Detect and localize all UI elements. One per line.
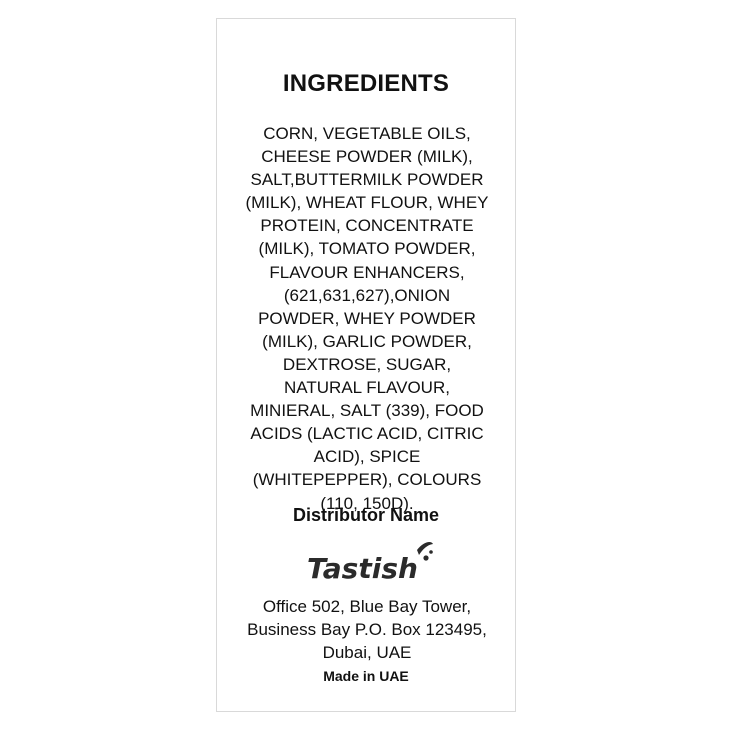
logo-drop-icon [423, 555, 429, 561]
distributor-address: Office 502, Blue Bay Tower, Business Bay… [247, 597, 487, 662]
ingredients-list: CORN, VEGETABLE OILS, CHEESE POWDER (MIL… [245, 124, 489, 513]
distributor-heading: Distributor Name [292, 505, 440, 525]
logo-drop-small-icon [429, 550, 433, 554]
logo-wordmark: Tastish [307, 552, 418, 585]
ingredients-title: INGREDIENTS [282, 70, 450, 97]
origin-text: Made in UAE [323, 668, 409, 684]
ingredients-label-card: INGREDIENTS CORN, VEGETABLE OILS, CHEESE… [216, 18, 516, 712]
tastish-logo: Tastish [307, 542, 433, 585]
